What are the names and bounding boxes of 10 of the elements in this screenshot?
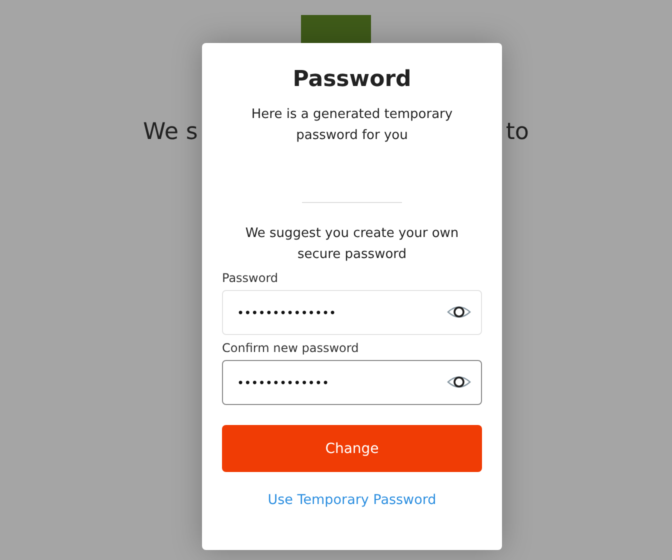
- field-label: Confirm new password: [222, 341, 359, 355]
- dialog-title: Password: [292, 67, 412, 92]
- field-label: Password: [222, 271, 278, 285]
- password-field[interactable]: •••••••••••••: [222, 360, 482, 405]
- page-heading: We s: [143, 119, 198, 145]
- page-heading: to: [506, 119, 529, 145]
- intro-text: Here is a generated temporary password for you: [250, 106, 454, 145]
- password-field[interactable]: ••••••••••••••: [222, 290, 482, 335]
- change-button[interactable]: Change: [222, 425, 482, 472]
- suggestion-text: We suggest you create your own secure password: [244, 225, 460, 264]
